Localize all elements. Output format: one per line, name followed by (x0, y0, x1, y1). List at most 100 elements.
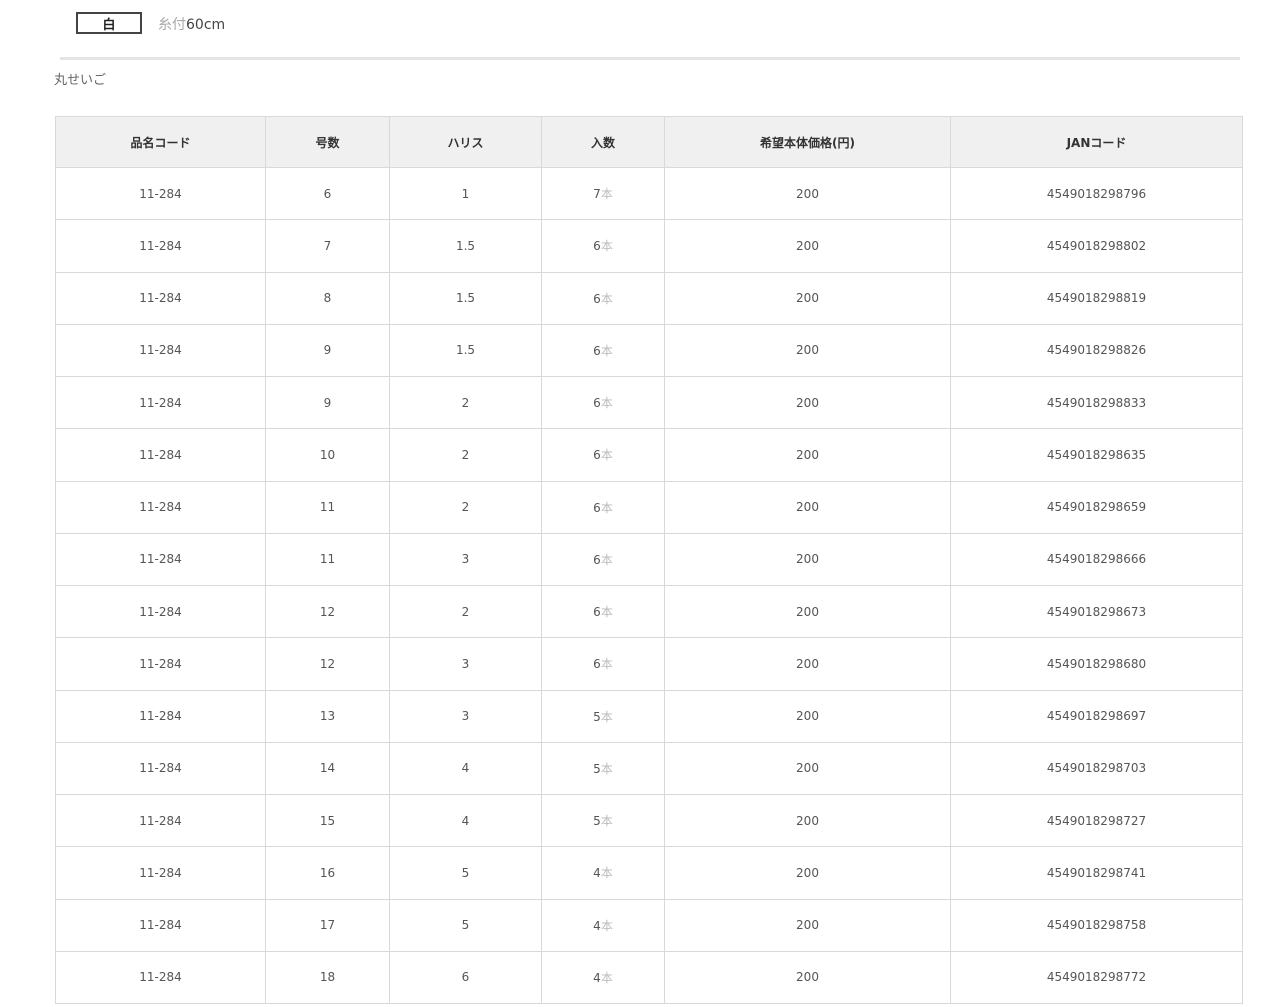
cell-size: 9 (265, 375, 390, 430)
cell-jan-code: 4549018298697 (950, 689, 1243, 743)
quantity-value: 6 (593, 605, 601, 620)
cell-product-code: 11-284 (55, 950, 266, 1005)
cell-price: 200 (664, 898, 951, 952)
cell-product-code: 11-284 (55, 846, 266, 900)
cell-quantity: 6本 (541, 271, 665, 325)
cell-jan-code: 4549018298833 (950, 375, 1243, 430)
cell-harris: 3 (389, 689, 542, 743)
quantity-unit: 本 (600, 552, 613, 567)
cell-product-code: 11-284 (55, 793, 266, 848)
cell-jan-code: 4549018298796 (950, 166, 1243, 221)
col-header-jan-code: JANコード (950, 116, 1243, 168)
section-divider (60, 57, 1240, 60)
cell-product-code: 11-284 (55, 271, 266, 325)
cell-price: 200 (664, 166, 951, 221)
cell-size: 8 (265, 271, 390, 325)
quantity-value: 5 (593, 761, 601, 776)
cell-product-code: 11-284 (55, 898, 266, 952)
color-swatch-button[interactable]: 白 (76, 12, 142, 34)
section-title: 丸せいご (54, 73, 107, 88)
cell-harris: 3 (389, 532, 542, 587)
table-row: 11-284 6 1 7本 200 4549018298796 (55, 166, 1243, 221)
cell-product-code: 11-284 (55, 166, 266, 221)
cell-size: 14 (265, 741, 390, 796)
quantity-unit: 本 (600, 500, 613, 515)
cell-size: 7 (265, 219, 390, 273)
quantity-unit: 本 (600, 291, 613, 306)
quantity-unit: 本 (600, 187, 613, 202)
cell-price: 200 (664, 532, 951, 587)
quantity-value: 6 (593, 448, 601, 463)
cell-price: 200 (664, 950, 951, 1005)
quantity-unit: 本 (600, 239, 613, 254)
cell-jan-code: 4549018298703 (950, 741, 1243, 796)
cell-size: 9 (265, 323, 390, 378)
cell-jan-code: 4549018298635 (950, 428, 1243, 482)
cell-size: 11 (265, 480, 390, 534)
cell-harris: 2 (389, 584, 542, 639)
cell-size: 10 (265, 428, 390, 482)
col-header-size: 号数 (265, 116, 390, 168)
cell-jan-code: 4549018298673 (950, 584, 1243, 639)
quantity-value: 4 (593, 970, 601, 985)
cell-quantity: 6本 (541, 428, 665, 482)
table-row: 11-284 15 4 5本 200 4549018298727 (55, 793, 1243, 848)
table-header: 品名コード 号数 ハリス 入数 希望本体価格(円) JANコード (55, 116, 1243, 168)
quantity-unit: 本 (600, 709, 613, 724)
quantity-value: 6 (593, 396, 601, 411)
quantity-unit: 本 (600, 814, 613, 829)
table-row: 11-284 10 2 6本 200 4549018298635 (55, 428, 1243, 482)
cell-harris: 1 (389, 166, 542, 221)
cell-product-code: 11-284 (55, 375, 266, 430)
cell-quantity: 6本 (541, 219, 665, 273)
cell-harris: 5 (389, 846, 542, 900)
cell-price: 200 (664, 637, 951, 691)
quantity-unit: 本 (600, 448, 613, 463)
line-length-info: 糸付60cm (158, 14, 225, 34)
cell-product-code: 11-284 (55, 480, 266, 534)
table-row: 11-284 11 2 6本 200 4549018298659 (55, 480, 1243, 534)
cell-product-code: 11-284 (55, 532, 266, 587)
length-prefix: 糸付 (158, 17, 186, 33)
cell-jan-code: 4549018298727 (950, 793, 1243, 848)
cell-product-code: 11-284 (55, 323, 266, 378)
quantity-value: 6 (593, 500, 601, 515)
quantity-value: 4 (593, 866, 601, 881)
cell-size: 12 (265, 637, 390, 691)
cell-product-code: 11-284 (55, 637, 266, 691)
table-row: 11-284 7 1.5 6本 200 4549018298802 (55, 219, 1243, 273)
cell-price: 200 (664, 846, 951, 900)
cell-harris: 4 (389, 741, 542, 796)
cell-product-code: 11-284 (55, 219, 266, 273)
table-row: 11-284 17 5 4本 200 4549018298758 (55, 898, 1243, 952)
cell-harris: 5 (389, 898, 542, 952)
col-header-price: 希望本体価格(円) (664, 116, 951, 168)
table-header-row: 品名コード 号数 ハリス 入数 希望本体価格(円) JANコード (55, 116, 1243, 168)
cell-size: 6 (265, 166, 390, 221)
cell-price: 200 (664, 219, 951, 273)
table-row: 11-284 12 3 6本 200 4549018298680 (55, 637, 1243, 691)
quantity-unit: 本 (600, 970, 613, 985)
cell-size: 12 (265, 584, 390, 639)
cell-jan-code: 4549018298659 (950, 480, 1243, 534)
cell-price: 200 (664, 793, 951, 848)
table-row: 11-284 12 2 6本 200 4549018298673 (55, 584, 1243, 639)
cell-size: 16 (265, 846, 390, 900)
cell-jan-code: 4549018298666 (950, 532, 1243, 587)
quantity-value: 6 (593, 291, 601, 306)
cell-size: 17 (265, 898, 390, 952)
cell-harris: 6 (389, 950, 542, 1005)
quantity-unit: 本 (600, 866, 613, 881)
table-row: 11-284 16 5 4本 200 4549018298741 (55, 846, 1243, 900)
quantity-value: 6 (593, 239, 601, 254)
quantity-value: 6 (593, 343, 601, 358)
quantity-value: 5 (593, 814, 601, 829)
col-header-quantity: 入数 (541, 116, 665, 168)
cell-jan-code: 4549018298819 (950, 271, 1243, 325)
cell-price: 200 (664, 584, 951, 639)
cell-harris: 1.5 (389, 323, 542, 378)
cell-quantity: 6本 (541, 480, 665, 534)
table-row: 11-284 14 4 5本 200 4549018298703 (55, 741, 1243, 796)
cell-harris: 1.5 (389, 219, 542, 273)
cell-harris: 1.5 (389, 271, 542, 325)
